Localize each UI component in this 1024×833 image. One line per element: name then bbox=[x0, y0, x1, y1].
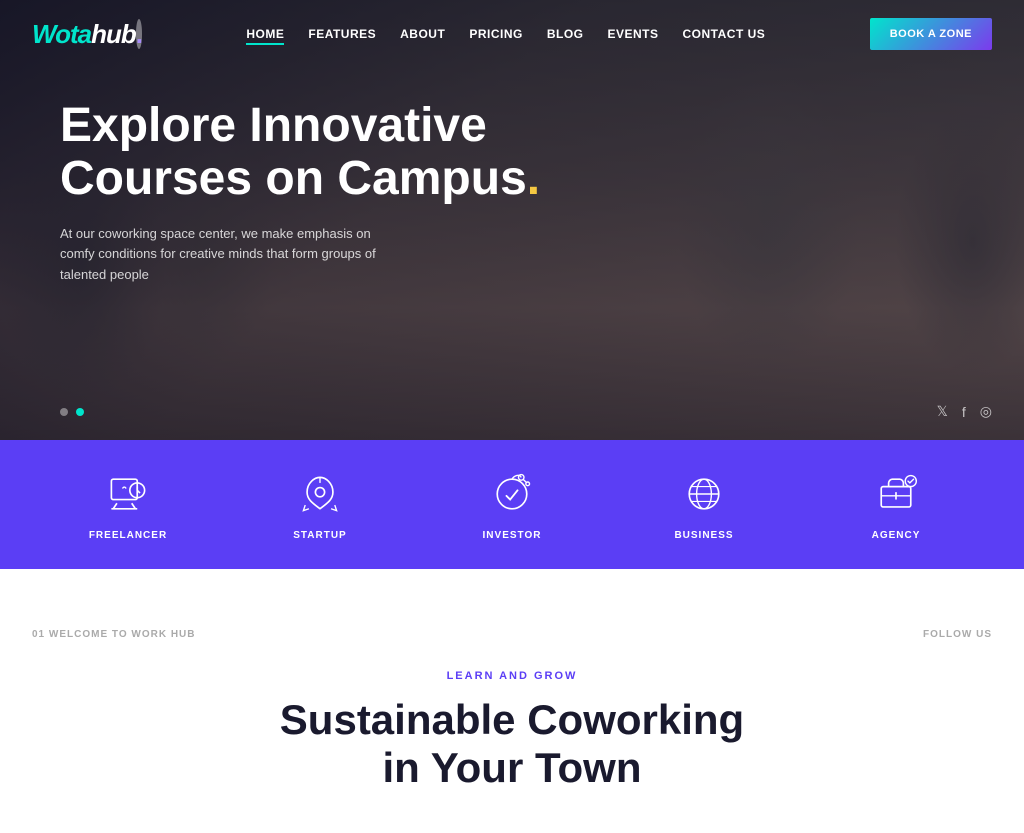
freelancer-icon bbox=[102, 468, 154, 520]
hero-content: Explore Innovative Courses on Campus. At… bbox=[60, 100, 540, 286]
book-zone-button[interactable]: BOOK A ZONE bbox=[870, 18, 992, 50]
agency-icon bbox=[870, 468, 922, 520]
business-icon bbox=[678, 468, 730, 520]
investor-label: INVESTOR bbox=[483, 530, 542, 541]
social-links: 𝕏 f ◎ bbox=[937, 403, 992, 420]
service-agency[interactable]: AGENCY bbox=[800, 468, 992, 541]
hero-title-dot: . bbox=[527, 152, 540, 205]
freelancer-label: FREELANCER bbox=[89, 530, 167, 541]
content-section: 01 WELCOME TO WORK HUB FOLLOW US LEARN A… bbox=[0, 569, 1024, 833]
logo-dot: . bbox=[136, 19, 142, 49]
nav-item-contact[interactable]: CONTACT US bbox=[683, 25, 766, 43]
section-tag: LEARN AND GROW bbox=[447, 670, 578, 682]
meta-right: FOLLOW US bbox=[923, 629, 992, 640]
logo[interactable]: Wotahub. bbox=[32, 19, 142, 50]
nav-item-pricing[interactable]: PRICING bbox=[469, 25, 523, 43]
hero-subtitle: At our coworking space center, we make e… bbox=[60, 224, 380, 286]
startup-label: STARTUP bbox=[293, 530, 346, 541]
nav-item-events[interactable]: EVENTS bbox=[608, 25, 659, 43]
nav-item-about[interactable]: ABOUT bbox=[400, 25, 445, 43]
navbar: Wotahub. HOME FEATURES ABOUT PRICING BLO… bbox=[0, 0, 1024, 68]
instagram-link[interactable]: ◎ bbox=[980, 403, 992, 420]
investor-icon bbox=[486, 468, 538, 520]
services-strip: FREELANCER STARTUP INVEST bbox=[0, 440, 1024, 569]
service-startup[interactable]: STARTUP bbox=[224, 468, 416, 541]
agency-label: AGENCY bbox=[872, 530, 921, 541]
logo-wota: Wota bbox=[32, 19, 91, 49]
business-label: BUSINESS bbox=[674, 530, 733, 541]
nav-links: HOME FEATURES ABOUT PRICING BLOG EVENTS … bbox=[246, 25, 765, 43]
startup-icon bbox=[294, 468, 346, 520]
hero-section: Wotahub. HOME FEATURES ABOUT PRICING BLO… bbox=[0, 0, 1024, 440]
nav-item-blog[interactable]: BLOG bbox=[547, 25, 584, 43]
twitter-link[interactable]: 𝕏 bbox=[937, 403, 948, 420]
service-business[interactable]: BUSINESS bbox=[608, 468, 800, 541]
logo-hub: hub bbox=[91, 19, 136, 49]
service-freelancer[interactable]: FREELANCER bbox=[32, 468, 224, 541]
hero-title: Explore Innovative Courses on Campus. bbox=[60, 100, 540, 206]
dot-1[interactable] bbox=[60, 408, 68, 416]
dot-2[interactable] bbox=[76, 408, 84, 416]
hero-dots-indicator bbox=[60, 408, 84, 416]
meta-left: 01 WELCOME TO WORK HUB bbox=[32, 629, 195, 640]
nav-item-home[interactable]: HOME bbox=[246, 25, 284, 43]
service-investor[interactable]: INVESTOR bbox=[416, 468, 608, 541]
nav-item-features[interactable]: FEATURES bbox=[308, 25, 376, 43]
facebook-link[interactable]: f bbox=[962, 404, 966, 420]
section-meta: 01 WELCOME TO WORK HUB FOLLOW US bbox=[32, 629, 992, 640]
section-title: Sustainable Coworking in Your Town bbox=[280, 696, 744, 793]
